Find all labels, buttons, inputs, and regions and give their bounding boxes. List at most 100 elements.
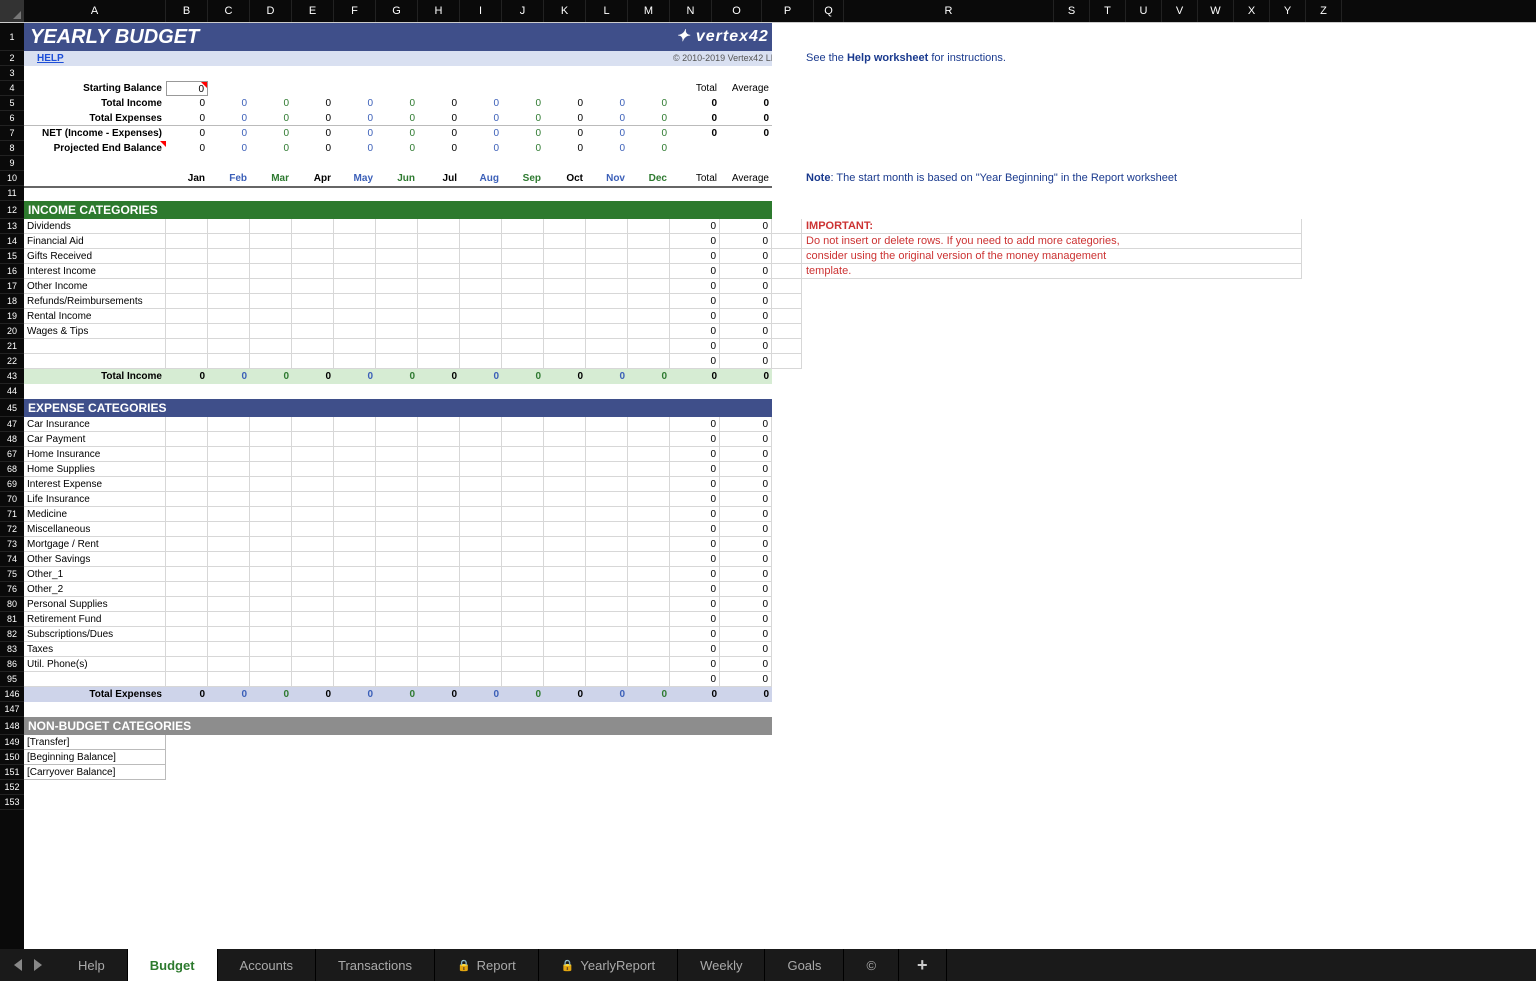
- income-item-cell[interactable]: [544, 264, 586, 279]
- income-item-cell[interactable]: [208, 324, 250, 339]
- summary-value[interactable]: 0: [292, 96, 334, 111]
- income-item-cell[interactable]: [460, 264, 502, 279]
- expense-item-cell[interactable]: [166, 597, 208, 612]
- summary-value[interactable]: 0: [166, 111, 208, 126]
- income-item-cell[interactable]: [418, 219, 460, 234]
- expense-item-cell[interactable]: [586, 612, 628, 627]
- income-item-cell[interactable]: [586, 219, 628, 234]
- column-header-B[interactable]: B: [166, 0, 208, 22]
- expense-item-cell[interactable]: [166, 507, 208, 522]
- income-item-cell[interactable]: [166, 249, 208, 264]
- income-item-cell[interactable]: [586, 249, 628, 264]
- expense-item-cell[interactable]: [166, 537, 208, 552]
- expense-item-cell[interactable]: [502, 492, 544, 507]
- summary-value[interactable]: 0: [460, 111, 502, 126]
- income-item-cell[interactable]: [334, 219, 376, 234]
- expense-item-cell[interactable]: [376, 447, 418, 462]
- expense-item-label[interactable]: Other_1: [24, 567, 166, 582]
- row-number[interactable]: 9: [0, 156, 24, 171]
- summary-value[interactable]: 0: [418, 111, 460, 126]
- income-item-cell[interactable]: [544, 234, 586, 249]
- expense-item-cell[interactable]: [376, 522, 418, 537]
- summary-value[interactable]: 0: [544, 141, 586, 156]
- expense-item-cell[interactable]: [418, 522, 460, 537]
- expense-item-cell[interactable]: [628, 507, 670, 522]
- income-item-cell[interactable]: [208, 339, 250, 354]
- row-number[interactable]: 69: [0, 477, 24, 492]
- income-item-cell[interactable]: [250, 309, 292, 324]
- expense-item-cell[interactable]: [208, 417, 250, 432]
- expense-item-cell[interactable]: [334, 582, 376, 597]
- expense-item-cell[interactable]: [418, 582, 460, 597]
- column-header-L[interactable]: L: [586, 0, 628, 22]
- income-item-cell[interactable]: [628, 309, 670, 324]
- summary-value[interactable]: 0: [586, 96, 628, 111]
- column-header-S[interactable]: S: [1054, 0, 1090, 22]
- income-item-cell[interactable]: [376, 324, 418, 339]
- expense-item-cell[interactable]: [250, 477, 292, 492]
- expense-item-cell[interactable]: [628, 672, 670, 687]
- income-item-cell[interactable]: [376, 339, 418, 354]
- expense-item-cell[interactable]: [586, 597, 628, 612]
- row-number[interactable]: 72: [0, 522, 24, 537]
- income-item-cell[interactable]: [376, 234, 418, 249]
- row-number[interactable]: 86: [0, 657, 24, 672]
- expense-item-cell[interactable]: [502, 477, 544, 492]
- summary-value[interactable]: 0: [544, 126, 586, 141]
- expense-item-cell[interactable]: [208, 597, 250, 612]
- income-item-cell[interactable]: [166, 339, 208, 354]
- expense-item-label[interactable]: Home Supplies: [24, 462, 166, 477]
- income-item-cell[interactable]: [460, 219, 502, 234]
- expense-item-cell[interactable]: [418, 447, 460, 462]
- summary-value[interactable]: 0: [376, 126, 418, 141]
- summary-value[interactable]: 0: [460, 141, 502, 156]
- expense-item-cell[interactable]: [376, 432, 418, 447]
- row-number[interactable]: 15: [0, 249, 24, 264]
- income-item-cell[interactable]: [628, 339, 670, 354]
- column-header-M[interactable]: M: [628, 0, 670, 22]
- row-number[interactable]: 5: [0, 96, 24, 111]
- row-number[interactable]: 4: [0, 81, 24, 96]
- income-item-cell[interactable]: [334, 324, 376, 339]
- sheet-tab-help[interactable]: Help: [56, 949, 128, 981]
- expense-item-label[interactable]: Miscellaneous: [24, 522, 166, 537]
- expense-item-cell[interactable]: [544, 417, 586, 432]
- row-number[interactable]: 11: [0, 186, 24, 201]
- income-item-cell[interactable]: [418, 234, 460, 249]
- expense-item-cell[interactable]: [586, 492, 628, 507]
- expense-item-cell[interactable]: [502, 672, 544, 687]
- expense-item-cell[interactable]: [208, 447, 250, 462]
- expense-item-cell[interactable]: [166, 672, 208, 687]
- expense-item-label[interactable]: Taxes: [24, 642, 166, 657]
- income-item-cell[interactable]: [250, 264, 292, 279]
- income-item-cell[interactable]: [544, 249, 586, 264]
- income-item-cell[interactable]: [586, 264, 628, 279]
- income-item-cell[interactable]: [502, 309, 544, 324]
- expense-item-cell[interactable]: [208, 567, 250, 582]
- summary-value[interactable]: 0: [208, 111, 250, 126]
- expense-item-cell[interactable]: [502, 627, 544, 642]
- row-number[interactable]: 149: [0, 735, 24, 750]
- expense-item-cell[interactable]: [166, 477, 208, 492]
- income-item-cell[interactable]: [376, 354, 418, 369]
- expense-item-cell[interactable]: [166, 657, 208, 672]
- expense-item-cell[interactable]: [502, 567, 544, 582]
- expense-item-cell[interactable]: [628, 567, 670, 582]
- column-header-Z[interactable]: Z: [1306, 0, 1342, 22]
- expense-item-cell[interactable]: [334, 417, 376, 432]
- expense-item-cell[interactable]: [460, 672, 502, 687]
- income-item-label[interactable]: [24, 354, 166, 369]
- expense-item-cell[interactable]: [166, 642, 208, 657]
- income-item-cell[interactable]: [208, 294, 250, 309]
- summary-value[interactable]: 0: [502, 96, 544, 111]
- expense-item-cell[interactable]: [208, 642, 250, 657]
- income-item-cell[interactable]: [628, 264, 670, 279]
- expense-item-label[interactable]: Car Insurance: [24, 417, 166, 432]
- income-item-cell[interactable]: [334, 234, 376, 249]
- expense-item-cell[interactable]: [208, 477, 250, 492]
- row-number[interactable]: 20: [0, 324, 24, 339]
- expense-item-label[interactable]: Personal Supplies: [24, 597, 166, 612]
- expense-item-cell[interactable]: [376, 492, 418, 507]
- expense-item-cell[interactable]: [250, 552, 292, 567]
- expense-item-cell[interactable]: [418, 537, 460, 552]
